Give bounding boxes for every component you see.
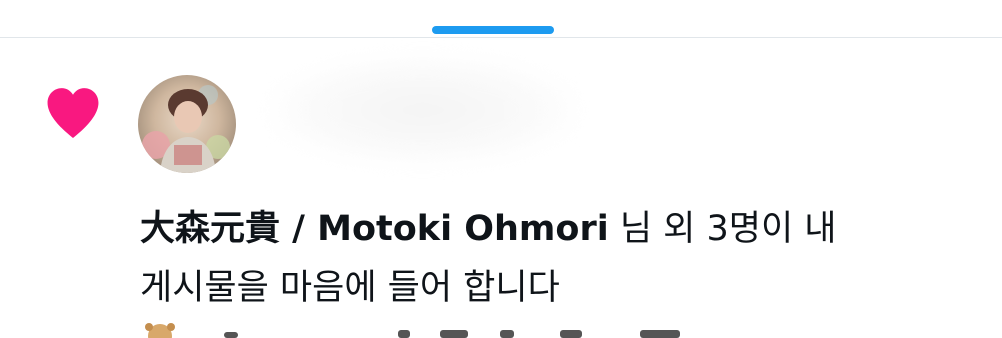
header-divider xyxy=(0,37,1002,38)
avatar[interactable] xyxy=(138,75,236,173)
heart-icon xyxy=(47,88,99,138)
notification-text[interactable]: 大森元貴 / Motoki Ohmori 님 외 3명이 내 게시물을 마음에 … xyxy=(140,200,990,318)
avatar-image xyxy=(138,75,236,173)
next-notification-preview xyxy=(145,323,680,338)
blurred-username xyxy=(268,55,578,165)
active-tab-indicator xyxy=(432,26,554,34)
actor-name[interactable]: 大森元貴 / Motoki Ohmori xyxy=(140,209,609,249)
